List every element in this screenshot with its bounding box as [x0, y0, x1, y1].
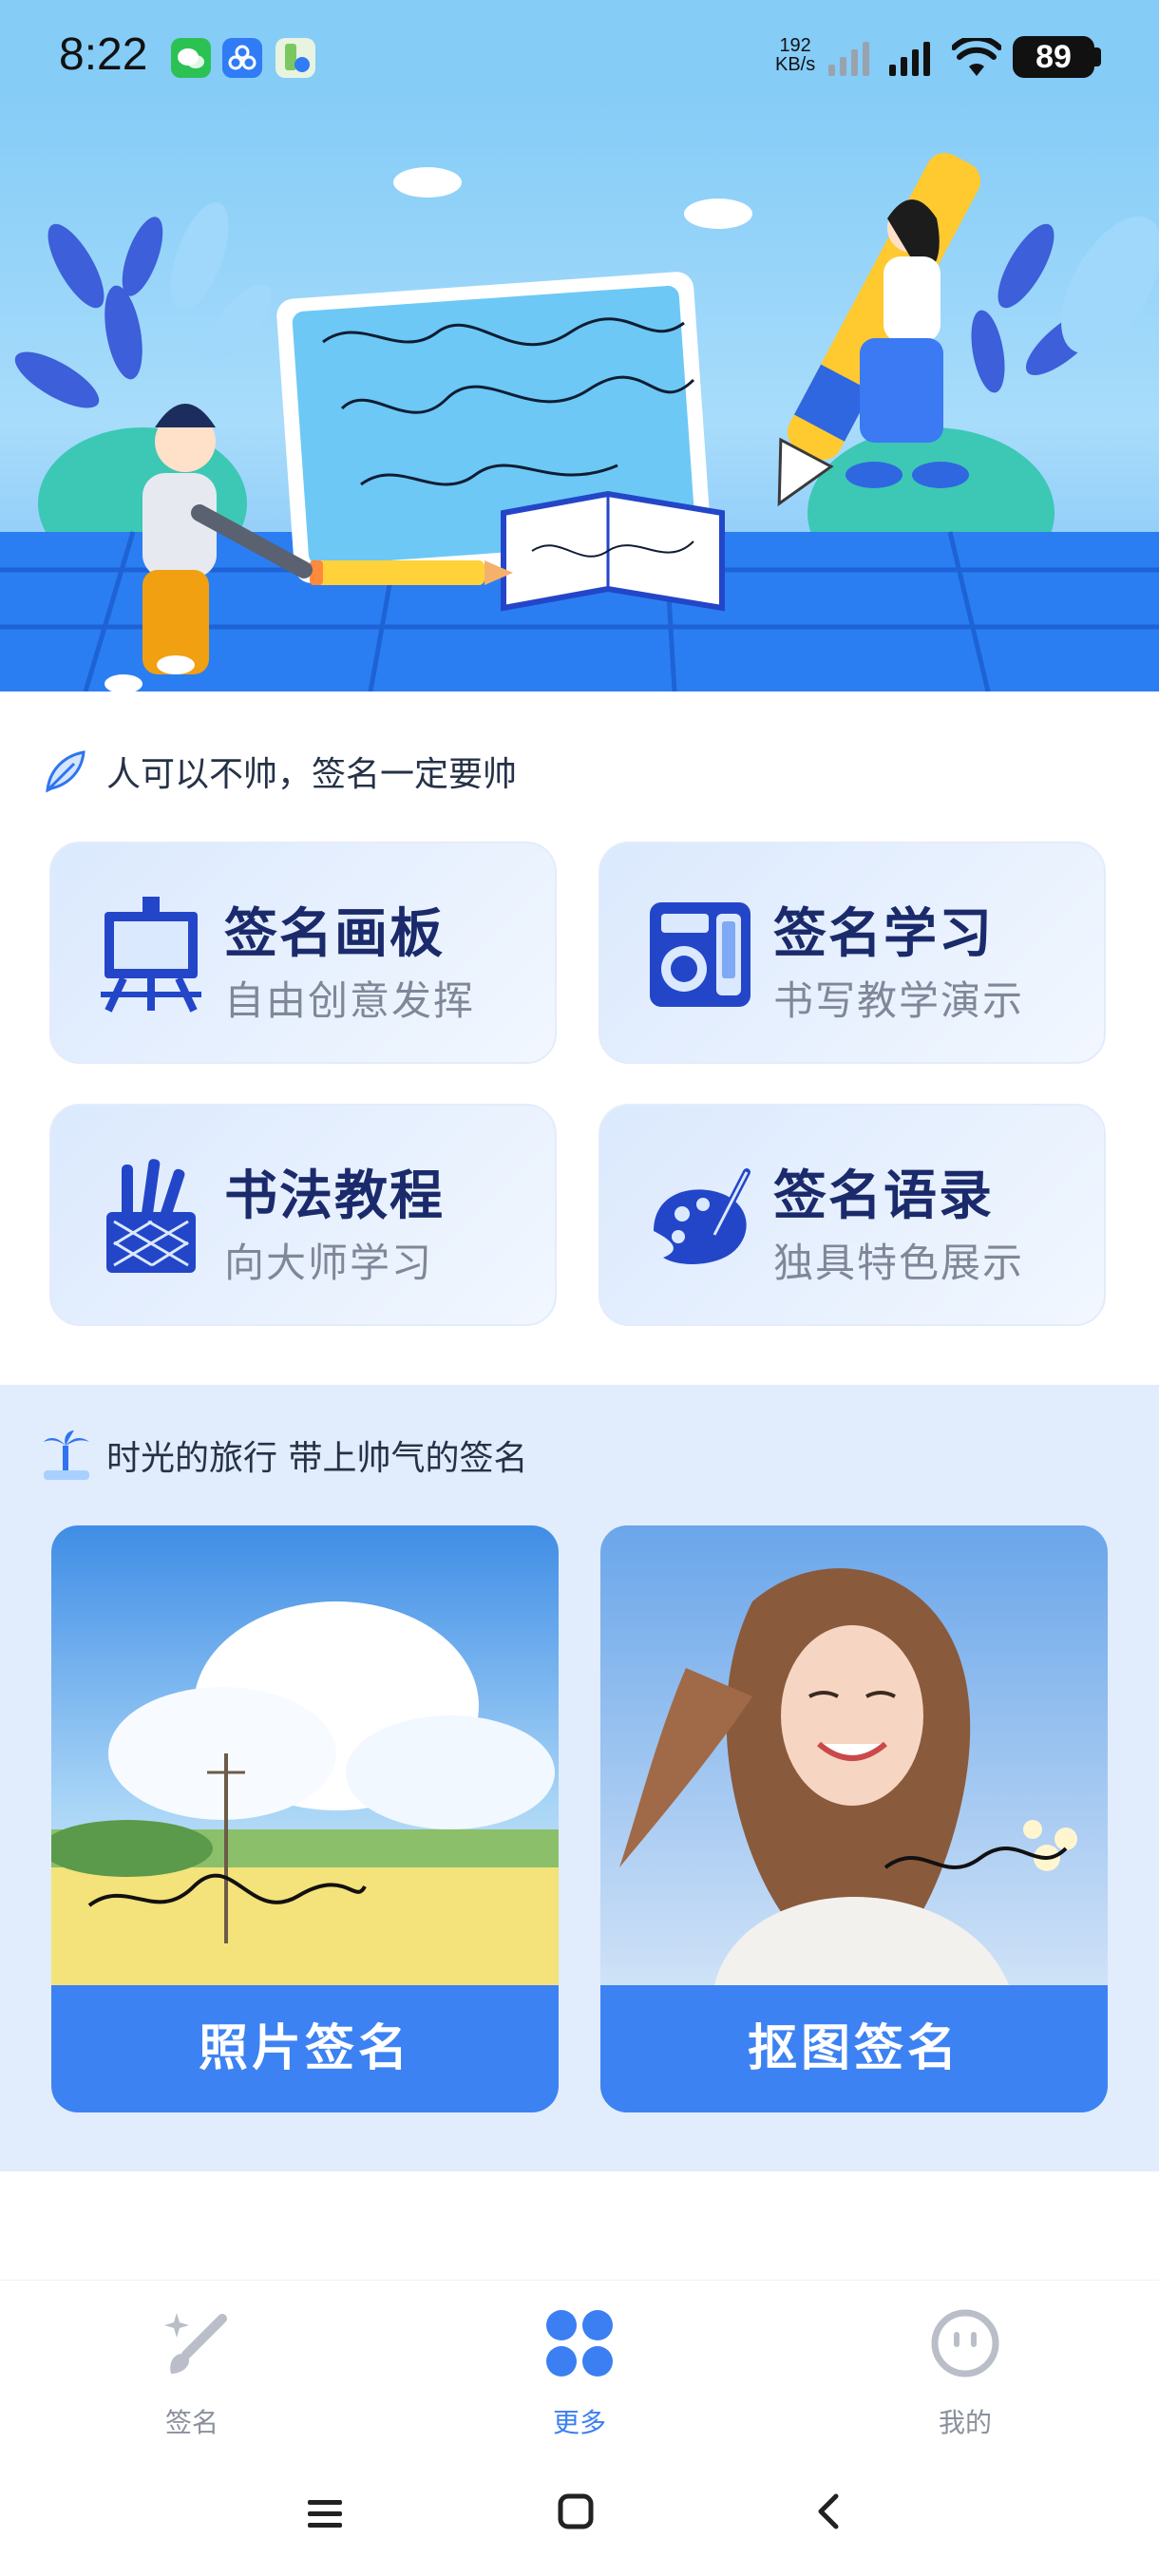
- pen-holder-icon: [95, 1155, 207, 1279]
- status-time: 8:22: [59, 29, 148, 80]
- travel-section: 时光的旅行 带上帅气的签名 照片签名 抠图签名: [0, 1385, 1159, 2171]
- portrait-photo: [600, 1525, 1108, 1985]
- feature-card-signature-board[interactable]: 签名画板 自由创意发挥: [49, 842, 557, 1064]
- network-speed: 192 KB/s: [775, 36, 815, 74]
- device-icon: [644, 893, 756, 1016]
- cutout-signature-button[interactable]: 抠图签名: [600, 1985, 1108, 2112]
- back-icon[interactable]: [809, 2492, 847, 2530]
- section-travel-header: 时光的旅行 带上帅气的签名: [42, 1429, 527, 1482]
- system-navigation-bar: [0, 2451, 1159, 2576]
- wechat-icon: [171, 38, 211, 78]
- hero-banner[interactable]: [0, 95, 1159, 691]
- card-subtitle: 向大师学习: [224, 1240, 434, 1286]
- section-title: 人可以不帅，签名一定要帅: [106, 755, 518, 794]
- sparkle-brush-icon: [164, 2313, 227, 2374]
- bottom-navigation: 签名 更多 我的: [0, 2280, 1159, 2451]
- section-title: 时光的旅行 带上帅气的签名: [106, 1439, 528, 1478]
- nav-item-signature[interactable]: 签名: [97, 2300, 287, 2442]
- cutout-signature-card[interactable]: 抠图签名: [600, 1525, 1108, 2112]
- card-subtitle: 书写教学演示: [773, 977, 1025, 1024]
- signal-icon: [889, 42, 930, 76]
- net-speed-value: 192: [779, 35, 811, 56]
- nav-label: 签名: [164, 2407, 218, 2438]
- photo-signature-button[interactable]: 照片签名: [51, 1985, 559, 2112]
- net-speed-unit: KB/s: [775, 54, 816, 75]
- feather-pen-icon: [46, 750, 86, 793]
- battery-indicator: 89: [1013, 36, 1094, 78]
- nav-item-more[interactable]: 更多: [484, 2300, 674, 2442]
- card-title: 书法教程: [224, 1165, 445, 1227]
- feature-card-signature-quotes[interactable]: 签名语录 独具特色展示: [598, 1104, 1106, 1326]
- card-subtitle: 自由创意发挥: [224, 977, 476, 1024]
- easel-icon: [95, 893, 207, 1016]
- battery-tip: [1094, 47, 1101, 66]
- section-signature-header: 人可以不帅，签名一定要帅: [40, 747, 517, 796]
- signature-app-icon: [276, 38, 315, 78]
- card-title: 签名语录: [773, 1165, 994, 1227]
- menu-icon[interactable]: [306, 2494, 344, 2532]
- banner-illustration: [0, 153, 1159, 691]
- feature-card-signature-study[interactable]: 签名学习 书写教学演示: [598, 842, 1106, 1064]
- grid-icon: [546, 2310, 613, 2377]
- wifi-icon: [952, 38, 1001, 76]
- landscape-photo: [51, 1525, 559, 1985]
- card-subtitle: 独具特色展示: [773, 1240, 1025, 1286]
- nav-label: 更多: [552, 2407, 606, 2438]
- palm-tree-icon: [44, 1430, 89, 1480]
- photo-signature-card[interactable]: 照片签名: [51, 1525, 559, 2112]
- nav-label: 我的: [938, 2407, 992, 2438]
- signal-weak-icon: [828, 42, 869, 76]
- cloud-app-icon: [222, 38, 262, 78]
- smiley-icon: [931, 2309, 999, 2377]
- card-title: 签名画板: [224, 903, 445, 965]
- palette-icon: [644, 1155, 756, 1279]
- nav-item-mine[interactable]: 我的: [870, 2300, 1060, 2442]
- home-icon[interactable]: [557, 2492, 595, 2530]
- feature-card-calligraphy-tutorial[interactable]: 书法教程 向大师学习: [49, 1104, 557, 1326]
- card-title: 签名学习: [773, 903, 994, 965]
